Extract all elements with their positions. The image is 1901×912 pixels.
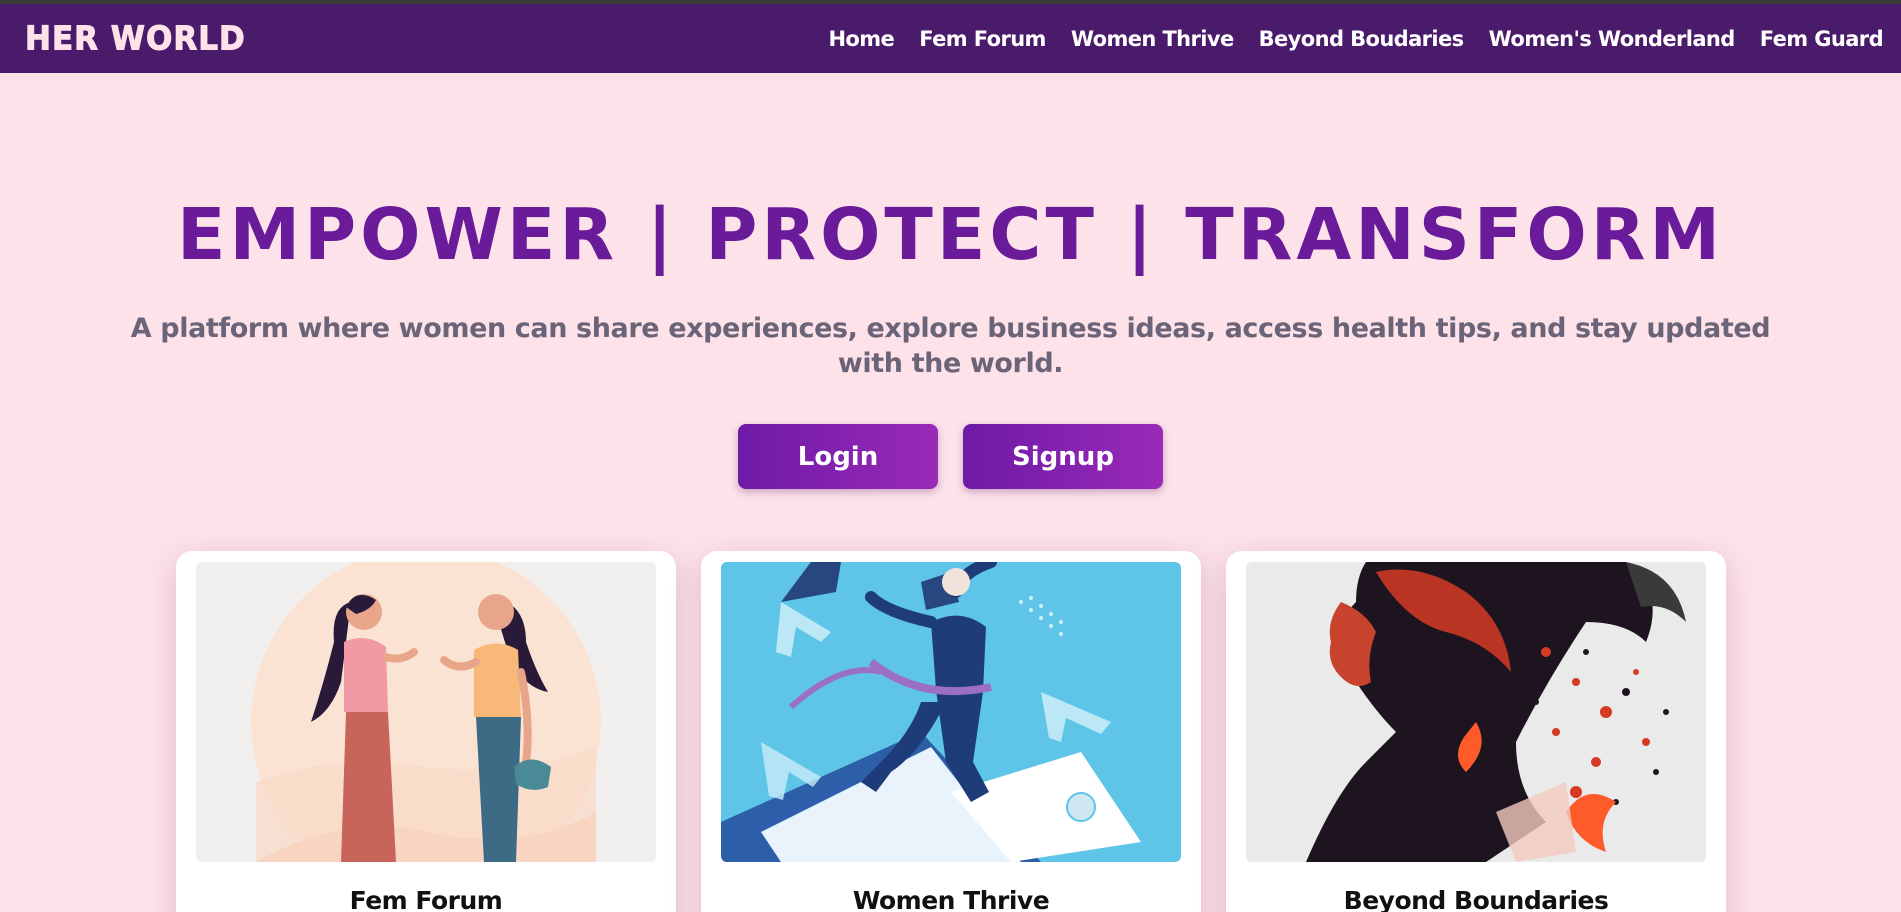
signup-button[interactable]: Signup: [963, 424, 1163, 489]
nav-women-thrive[interactable]: Women Thrive: [1071, 27, 1234, 51]
site-logo[interactable]: HER WORLD: [25, 19, 246, 58]
nav-fem-forum[interactable]: Fem Forum: [919, 27, 1046, 51]
card-women-thrive[interactable]: Women Thrive: [701, 551, 1201, 912]
nav-womens-wonderland[interactable]: Women's Wonderland: [1489, 27, 1736, 51]
nav-home[interactable]: Home: [828, 27, 894, 51]
login-button[interactable]: Login: [738, 424, 938, 489]
card-title: Women Thrive: [852, 886, 1050, 912]
two-women-illustration: [196, 562, 656, 862]
card-title: Fem Forum: [349, 886, 503, 912]
card-beyond-boundaries[interactable]: Beyond Boundaries: [1226, 551, 1726, 912]
nav-fem-guard[interactable]: Fem Guard: [1760, 27, 1884, 51]
woman-profile-abstract-illustration: [1246, 562, 1706, 862]
card-fem-forum[interactable]: Fem Forum: [176, 551, 676, 912]
hero-subtitle: A platform where women can share experie…: [130, 313, 1771, 379]
main-nav: Home Fem Forum Women Thrive Beyond Bouda…: [803, 27, 1883, 51]
hero-title: EMPOWER | PROTECT | TRANSFORM: [176, 193, 1725, 276]
businesswoman-leaping-illustration: [721, 562, 1181, 862]
navbar: HER WORLD Home Fem Forum Women Thrive Be…: [0, 4, 1901, 73]
nav-beyond-boundaries[interactable]: Beyond Boudaries: [1259, 27, 1465, 51]
card-title: Beyond Boundaries: [1343, 886, 1609, 912]
